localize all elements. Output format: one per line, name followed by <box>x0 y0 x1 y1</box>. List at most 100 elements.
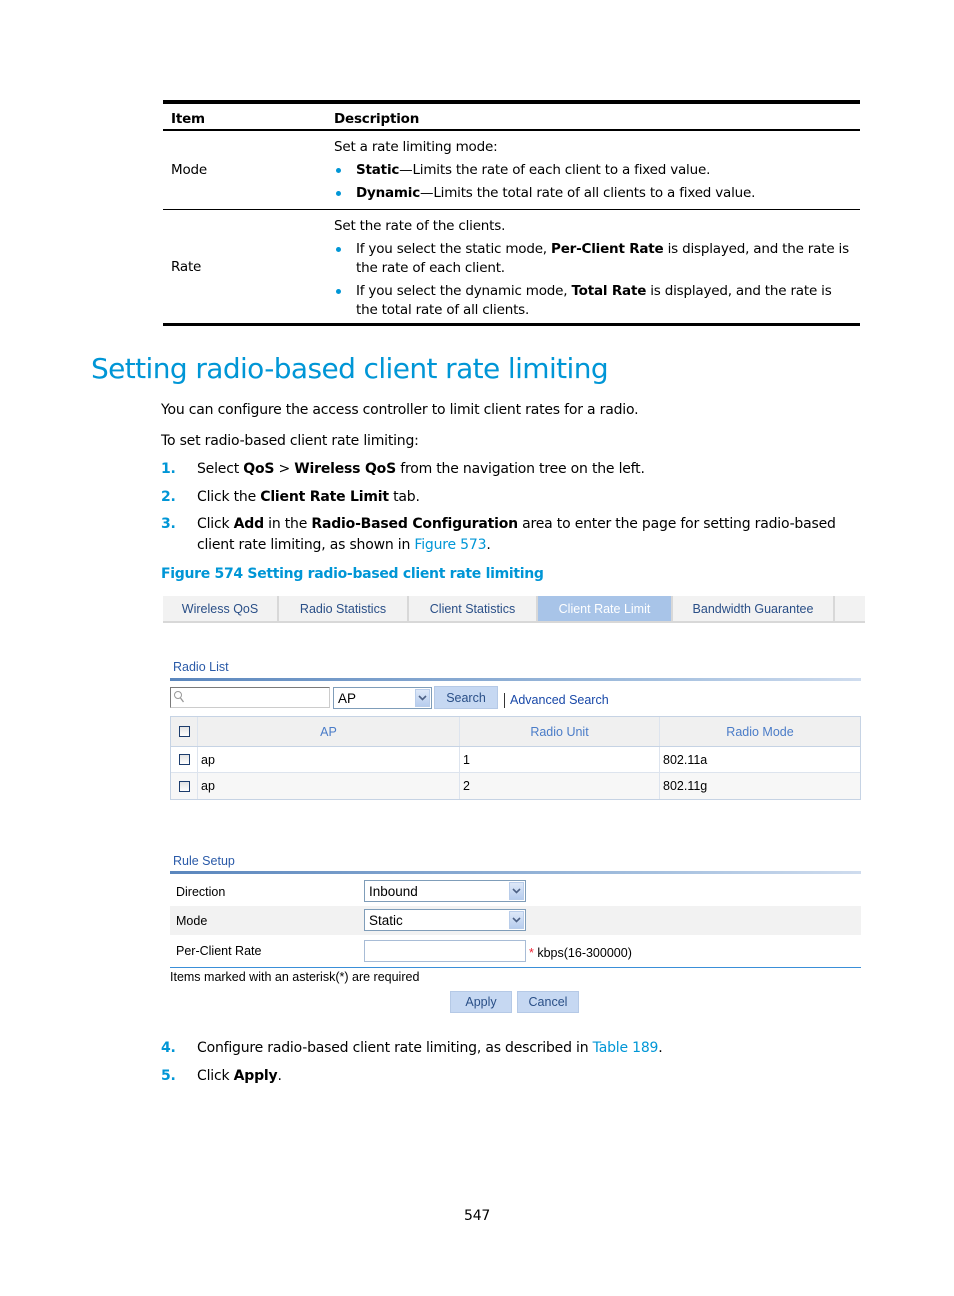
step-text: Click <box>197 516 234 532</box>
step-number: 1. <box>161 461 176 477</box>
bullet-text: If you select the dynamic mode, <box>356 283 572 299</box>
bullet-static: Static—Limits the rate of each client to… <box>334 161 854 180</box>
step-term: Client Rate Limit <box>260 489 389 505</box>
tab-client-statistics[interactable]: Client Statistics <box>409 596 538 621</box>
bullet-text: If you select the static mode, <box>356 241 551 257</box>
step-number: 3. <box>161 516 176 532</box>
row-checkbox[interactable] <box>178 754 190 765</box>
rate-range-text: kbps(16-300000) <box>533 946 632 960</box>
bullet-dynamic-mode: If you select the dynamic mode, Total Ra… <box>334 282 854 320</box>
description-intro: Set a rate limiting mode: <box>334 139 498 155</box>
bullet-dynamic: Dynamic—Limits the total rate of all cli… <box>334 184 854 203</box>
description-cell: Set the rate of the clients. If you sele… <box>326 210 860 323</box>
description-cell: Set a rate limiting mode: Static—Limits … <box>326 131 860 209</box>
step-term: Add <box>233 516 264 532</box>
bullet-text: —Limits the rate of each client to a fix… <box>399 162 711 178</box>
bullet-term: Per-Client Rate <box>551 241 664 257</box>
description-table: Item Description Mode Set a rate limitin… <box>163 100 860 326</box>
step-number: 2. <box>161 489 176 505</box>
radio-list-divider <box>170 678 861 681</box>
header-description: Description <box>334 111 420 127</box>
select-all-checkbox[interactable] <box>178 726 190 737</box>
step-1: 1. Select QoS > Wireless QoS from the na… <box>161 459 866 480</box>
select-value: Static <box>369 912 403 928</box>
rule-setup-divider <box>170 871 861 874</box>
bullet-term: Dynamic <box>356 185 421 201</box>
intro-paragraph: You can configure the access controller … <box>161 402 639 418</box>
cell-ap: ap <box>198 747 460 772</box>
step-2: 2. Click the Client Rate Limit tab. <box>161 487 866 508</box>
bullet-static-mode: If you select the static mode, Per-Clien… <box>334 240 854 278</box>
table-header: Item Description <box>163 104 860 131</box>
mode-select[interactable]: Static <box>364 909 526 931</box>
table-row-mode: Mode Set a rate limiting mode: Static—Li… <box>163 131 860 210</box>
step-number: 4. <box>161 1040 176 1056</box>
lead-paragraph: To set radio-based client rate limiting: <box>161 433 419 449</box>
radio-table: AP Radio Unit Radio Mode ap 1 802.11a ap… <box>170 716 861 800</box>
item-cell: Rate <box>171 258 202 275</box>
bullet-text: —Limits the total rate of all clients to… <box>420 185 756 201</box>
cell-radio-unit: 2 <box>460 773 660 799</box>
step-text: Configure radio-based client rate limiti… <box>197 1040 593 1056</box>
radio-list-title: Radio List <box>173 660 229 674</box>
cancel-button[interactable]: Cancel <box>517 991 579 1013</box>
column-ap[interactable]: AP <box>198 717 460 746</box>
cell-radio-mode: 802.11g <box>663 779 708 793</box>
tab-wireless-qos[interactable]: Wireless QoS <box>163 596 279 621</box>
step-text: tab. <box>388 489 420 505</box>
figure-573-link[interactable]: Figure 573 <box>414 537 486 553</box>
column-radio-mode[interactable]: Radio Mode <box>660 717 860 746</box>
section-title: Setting radio-based client rate limiting <box>91 352 609 385</box>
tab-radio-statistics[interactable]: Radio Statistics <box>279 596 409 621</box>
description-intro: Set the rate of the clients. <box>334 218 506 234</box>
direction-select[interactable]: Inbound <box>364 880 526 902</box>
bullet-term: Static <box>356 162 400 178</box>
step-text: Click the <box>197 489 261 505</box>
tab-client-rate-limit[interactable]: Client Rate Limit <box>538 596 673 621</box>
step-text: . <box>486 537 491 553</box>
tab-bar: Wireless QoS Radio Statistics Client Sta… <box>163 596 865 623</box>
table-189-link[interactable]: Table 189 <box>593 1040 659 1056</box>
step-text: from the navigation tree on the left. <box>395 461 645 477</box>
radio-table-header: AP Radio Unit Radio Mode <box>171 717 860 747</box>
select-value: Inbound <box>369 883 418 899</box>
cell-radio-unit: 1 <box>460 747 660 772</box>
page-number: 547 <box>464 1208 491 1224</box>
per-client-rate-input[interactable] <box>364 940 526 962</box>
required-note: Items marked with an asterisk(*) are req… <box>170 970 420 984</box>
form-divider <box>170 967 861 968</box>
direction-label: Direction <box>176 884 226 899</box>
advanced-search-link[interactable]: Advanced Search <box>510 693 609 707</box>
step-3: 3. Click Add in the Radio-Based Configur… <box>161 514 866 556</box>
mode-label: Mode <box>176 913 208 928</box>
item-cell: Mode <box>171 162 207 178</box>
row-checkbox[interactable] <box>178 780 190 792</box>
step-term: QoS <box>243 461 275 477</box>
search-input[interactable] <box>170 687 330 708</box>
step-text: . <box>658 1040 663 1056</box>
tab-bandwidth-guarantee[interactable]: Bandwidth Guarantee <box>673 596 835 621</box>
column-radio-unit[interactable]: Radio Unit <box>460 717 660 746</box>
search-field-select[interactable]: AP <box>333 687 432 709</box>
step-text: Click <box>197 1068 234 1084</box>
header-item: Item <box>171 111 205 127</box>
rate-hint: * kbps(16-300000) <box>529 946 632 960</box>
apply-button[interactable]: Apply <box>450 991 512 1013</box>
search-button[interactable]: Search <box>434 686 498 709</box>
table-row: ap 1 802.11a <box>171 747 860 773</box>
bullet-term: Total Rate <box>571 283 647 299</box>
per-client-rate-label: Per-Client Rate <box>176 943 262 958</box>
search-icon <box>174 691 185 703</box>
table-row-rate: Rate Set the rate of the clients. If you… <box>163 210 860 323</box>
step-text: Select <box>197 461 244 477</box>
step-text: in the <box>263 516 312 532</box>
step-term: Apply <box>233 1068 278 1084</box>
chevron-down-icon <box>509 882 524 900</box>
chevron-down-icon <box>415 689 430 707</box>
step-4: 4. Configure radio-based client rate lim… <box>161 1038 866 1059</box>
cell-ap: ap <box>198 773 460 799</box>
step-term: Wireless QoS <box>294 461 396 477</box>
step-number: 5. <box>161 1068 176 1084</box>
step-5: 5. Click Apply. <box>161 1066 866 1087</box>
step-text: > <box>274 461 295 477</box>
